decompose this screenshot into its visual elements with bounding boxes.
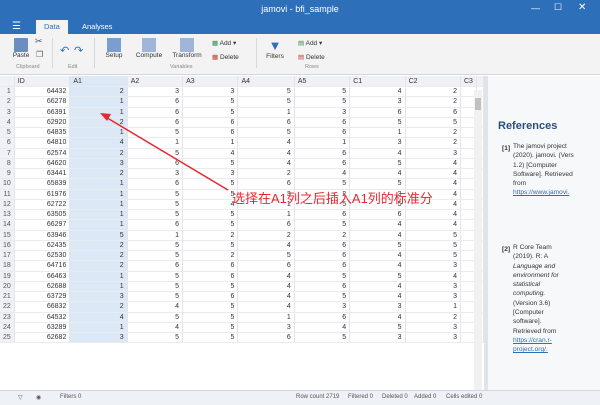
filters-count: Filters 0 xyxy=(60,394,82,400)
reference-line: [Computer xyxy=(513,309,544,317)
reference-line: software]. xyxy=(513,318,542,326)
reference-line: (2020). jamovi. (Vers xyxy=(513,152,574,160)
row-count: Row count 2719 xyxy=(296,394,340,400)
status-bar: ▽ ◉ Filters 0 Row count 2719 Filtered 0 … xyxy=(0,390,600,405)
added-count: Added 0 xyxy=(414,394,437,400)
reference-line: (Version 3.6) xyxy=(513,299,551,307)
reference-line: computing. xyxy=(513,290,546,298)
annotation-text: 选择在A1列之后插入A1列的标准分 xyxy=(232,191,433,206)
reference-link[interactable]: project.org/. xyxy=(513,345,600,354)
reference-line: Language and xyxy=(513,262,556,270)
reference-line: 1.2) [Computer xyxy=(513,161,557,169)
reference-line: environment for xyxy=(513,271,559,279)
results-pane: References [1] The jamovi project (2020)… xyxy=(488,76,600,390)
reference-link[interactable]: https://cran.r- xyxy=(513,336,600,345)
cells-edited-count: Cells edited 0 xyxy=(446,394,483,400)
deleted-count: Deleted 0 xyxy=(382,394,408,400)
reference-line: (2019). R: A xyxy=(513,253,549,261)
reference-item: The jamovi project (2020). jamovi. (Vers… xyxy=(513,142,600,198)
reference-number: [2] xyxy=(502,246,511,253)
filtered-count: Filtered 0 xyxy=(348,394,374,400)
reference-link[interactable]: https://www.jamovi. xyxy=(513,188,600,197)
reference-line: The jamovi project xyxy=(513,143,567,150)
reference-line: statistical xyxy=(513,281,541,289)
references-heading: References xyxy=(498,120,558,132)
reference-line: from xyxy=(513,180,527,188)
visibility-icon[interactable]: ◉ xyxy=(36,394,41,401)
reference-line: R Core Team xyxy=(513,244,552,251)
reference-item: R Core Team (2019). R: A Language and en… xyxy=(513,243,600,355)
reference-number: [1] xyxy=(502,145,511,152)
reference-line: Retrieved from xyxy=(513,327,557,335)
reference-line: Software]. Retrieved xyxy=(513,170,573,178)
filter-toggle-icon[interactable]: ▽ xyxy=(18,394,23,401)
